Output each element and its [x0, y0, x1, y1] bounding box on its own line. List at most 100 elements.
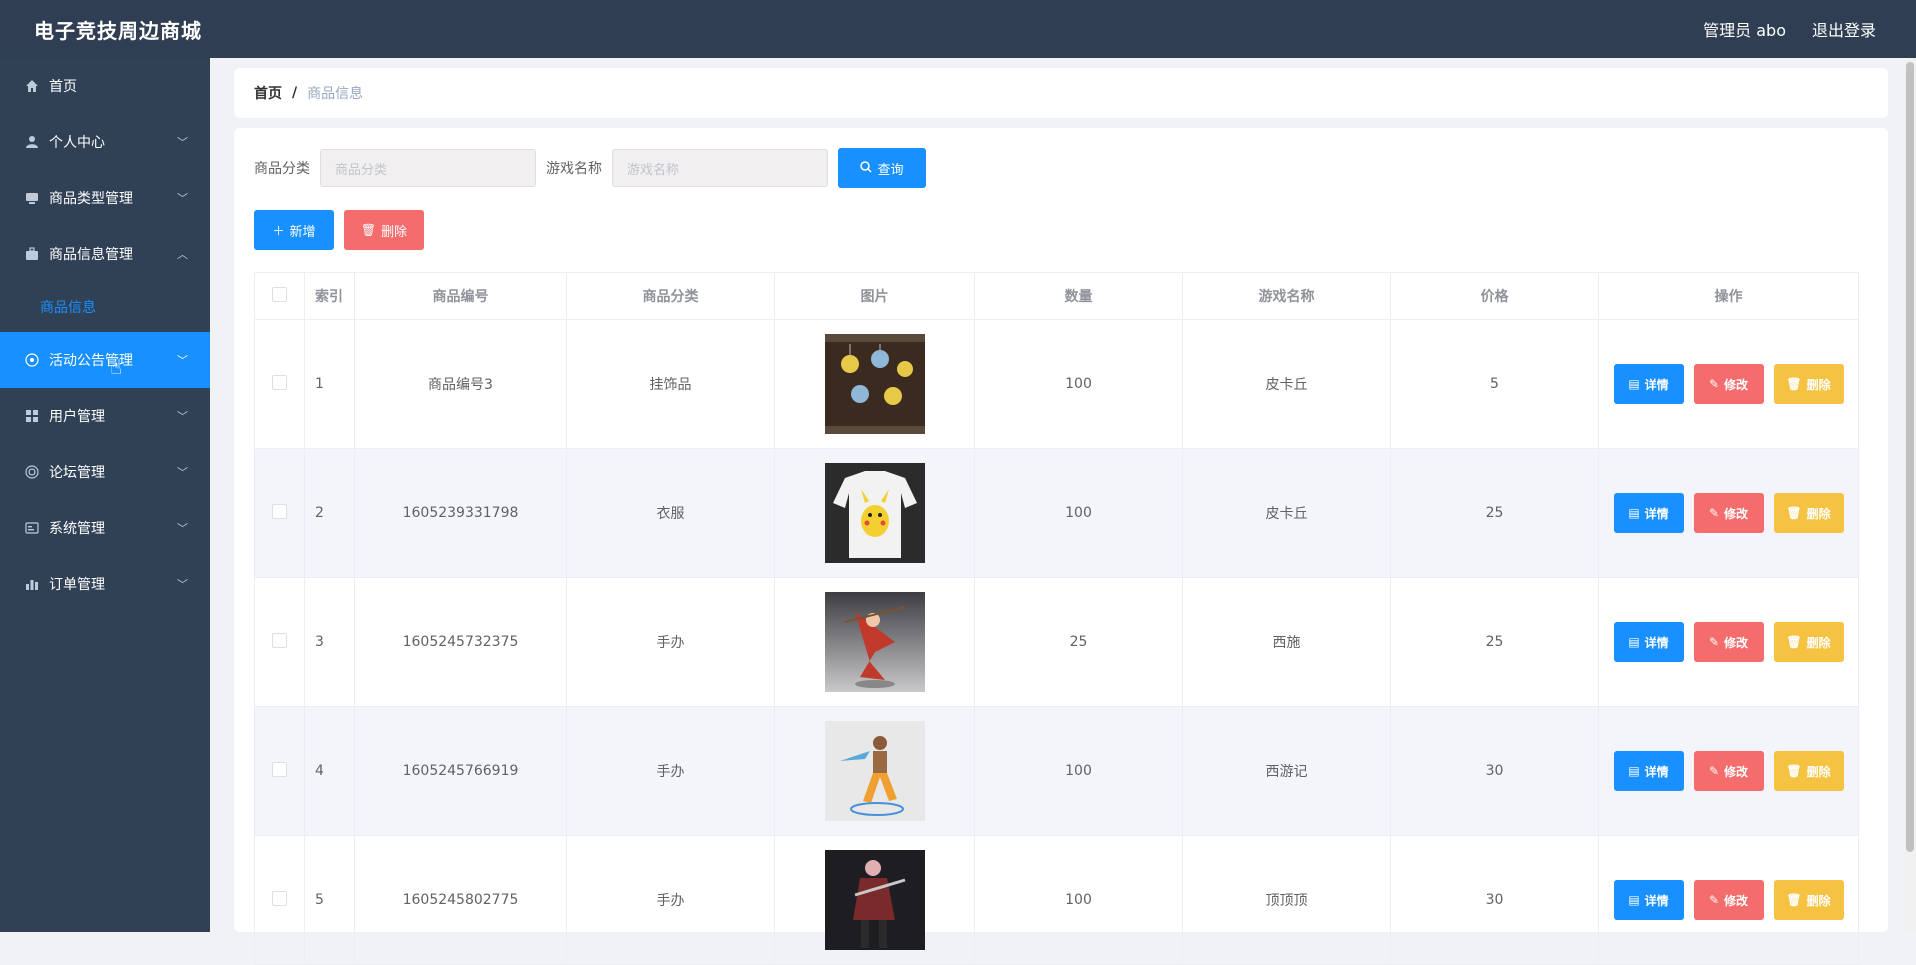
edit-button[interactable]: ✎ 修改 [1693, 493, 1764, 533]
row-checkbox[interactable] [272, 632, 287, 648]
cell-price: 25 [1390, 577, 1599, 707]
sidebar-subitem-product-info[interactable]: 商品信息 [0, 282, 210, 332]
column-header: 价格 [1390, 272, 1599, 320]
sidebar-item-label: 用户管理 [49, 409, 105, 425]
pointer-cursor-icon: ☝ [110, 355, 123, 379]
chevron-down-icon: ﹀ [177, 192, 188, 205]
user-icon [24, 134, 40, 150]
select-all-checkbox[interactable] [272, 286, 287, 302]
document-icon: ▤ [1628, 893, 1640, 907]
detail-button[interactable]: ▤ 详情 [1613, 493, 1684, 533]
monitor-icon [24, 190, 40, 206]
chevron-down-icon: ﹀ [177, 410, 188, 423]
sidebar-item-profile[interactable]: 个人中心 ﹀ [0, 114, 210, 170]
edit-button[interactable]: ✎ 修改 [1693, 622, 1764, 662]
cell-category: 挂饰品 [566, 319, 775, 449]
delete-button[interactable]: 🗑 删除 [1773, 880, 1844, 920]
delete-button[interactable]: 🗑 删除 [1773, 751, 1844, 791]
admin-user-label[interactable]: 管理员 abo [1703, 17, 1786, 41]
column-header: 索引 [304, 272, 355, 320]
search-icon [860, 160, 873, 176]
sidebar-item-label: 首页 [49, 79, 77, 95]
sidebar-item-home[interactable]: 首页 [0, 58, 210, 114]
main-content: 首页 / 商品信息 商品分类 商品分类 游戏名称 游戏名称 查询 ＋ 新增 🗑 … [210, 58, 1916, 965]
breadcrumb-current: 商品信息 [307, 86, 364, 102]
column-header: 操作 [1598, 272, 1859, 320]
delete-button[interactable]: 🗑 删除 [1773, 622, 1844, 662]
page-scrollbar[interactable] [1904, 58, 1916, 932]
add-button[interactable]: ＋ 新增 [254, 210, 334, 250]
trash-icon: 🗑 [360, 223, 377, 237]
cell-game: 皮卡丘 [1182, 448, 1391, 578]
select-all-checkbox-cell[interactable] [254, 272, 305, 320]
sidebar-item-product-types[interactable]: 商品类型管理 ﹀ [0, 170, 210, 226]
id-card-icon [24, 520, 40, 536]
cell-price: 30 [1390, 835, 1599, 965]
cell-code: 1605245766919 [354, 706, 567, 836]
category-input[interactable]: 商品分类 [320, 149, 536, 187]
cell-qty: 100 [974, 448, 1183, 578]
sidebar-item-system[interactable]: 系统管理 ﹀ [0, 500, 210, 556]
detail-button[interactable]: ▤ 详情 [1613, 622, 1684, 662]
sidebar-item-label: 商品信息管理 [49, 247, 133, 263]
detail-button[interactable]: ▤ 详情 [1613, 751, 1684, 791]
table-row: 1 商品编号3 挂饰品 100 皮卡丘 5 ▤ 详情 ✎ 修改 🗑 删除 [254, 319, 1859, 449]
cell-game: 皮卡丘 [1182, 319, 1391, 449]
scrollbar-thumb[interactable] [1906, 62, 1914, 852]
sidebar: 首页 个人中心 ﹀ 商品类型管理 ﹀ 商品信息管理 ︿ 商品信息 活动公告管理 … [0, 58, 210, 932]
briefcase-icon [24, 246, 40, 262]
home-icon [24, 78, 40, 94]
document-icon: ▤ [1628, 764, 1640, 778]
pencil-icon: ✎ [1708, 635, 1720, 649]
cell-price: 5 [1390, 319, 1599, 449]
trash-icon: 🗑 [1786, 506, 1802, 520]
content-card: 商品分类 商品分类 游戏名称 游戏名称 查询 ＋ 新增 🗑 删除 索引 商品编号… [234, 128, 1888, 965]
query-button[interactable]: 查询 [838, 148, 926, 188]
chevron-down-icon: ﹀ [177, 136, 188, 149]
bulk-delete-button[interactable]: 🗑 删除 [344, 210, 424, 250]
edit-button[interactable]: ✎ 修改 [1693, 880, 1764, 920]
logout-link[interactable]: 退出登录 [1812, 17, 1876, 41]
cell-game: 西游记 [1182, 706, 1391, 836]
cell-qty: 100 [974, 319, 1183, 449]
cell-price: 30 [1390, 706, 1599, 836]
cell-game: 西施 [1182, 577, 1391, 707]
cell-qty: 100 [974, 706, 1183, 836]
cell-qty: 100 [974, 835, 1183, 965]
delete-button[interactable]: 🗑 删除 [1773, 493, 1844, 533]
chevron-down-icon: ﹀ [177, 466, 188, 479]
detail-button[interactable]: ▤ 详情 [1613, 880, 1684, 920]
chevron-up-icon: ︿ [177, 248, 188, 261]
edit-button[interactable]: ✎ 修改 [1693, 364, 1764, 404]
sidebar-item-forum[interactable]: 论坛管理 ﹀ [0, 444, 210, 500]
delete-button[interactable]: 🗑 删除 [1773, 364, 1844, 404]
row-checkbox[interactable] [272, 374, 287, 390]
product-image [824, 334, 925, 434]
cell-index: 2 [304, 448, 355, 578]
cell-category: 衣服 [566, 448, 775, 578]
sidebar-item-label: 系统管理 [49, 521, 105, 537]
cell-code: 1605239331798 [354, 448, 567, 578]
row-checkbox[interactable] [272, 503, 287, 519]
product-image [824, 592, 925, 692]
sidebar-item-announcements[interactable]: 活动公告管理 ﹀ [0, 332, 210, 388]
edit-button[interactable]: ✎ 修改 [1693, 751, 1764, 791]
cell-category: 手办 [566, 706, 775, 836]
sidebar-item-product-info[interactable]: 商品信息管理 ︿ [0, 226, 210, 282]
cell-code: 1605245732375 [354, 577, 567, 707]
row-checkbox[interactable] [272, 761, 287, 777]
plus-icon: ＋ [272, 223, 285, 238]
game-name-input[interactable]: 游戏名称 [612, 149, 828, 187]
product-table: 索引 商品编号 商品分类 图片 数量 游戏名称 价格 操作 1 商品编号3 挂饰… [254, 272, 1859, 965]
table-header-row: 索引 商品编号 商品分类 图片 数量 游戏名称 价格 操作 [254, 272, 1859, 320]
sidebar-item-orders[interactable]: 订单管理 ﹀ [0, 556, 210, 612]
product-image [824, 721, 925, 821]
detail-button[interactable]: ▤ 详情 [1613, 364, 1684, 404]
table-row: 5 1605245802775 手办 100 顶顶顶 30 ▤ 详情 ✎ 修改 … [254, 835, 1859, 965]
trash-icon: 🗑 [1786, 377, 1802, 391]
app-title: 电子竞技周边商城 [34, 18, 202, 43]
breadcrumb-home[interactable]: 首页 [254, 83, 282, 103]
row-checkbox[interactable] [272, 890, 287, 906]
sidebar-item-users[interactable]: 用户管理 ﹀ [0, 388, 210, 444]
cell-category: 手办 [566, 577, 775, 707]
